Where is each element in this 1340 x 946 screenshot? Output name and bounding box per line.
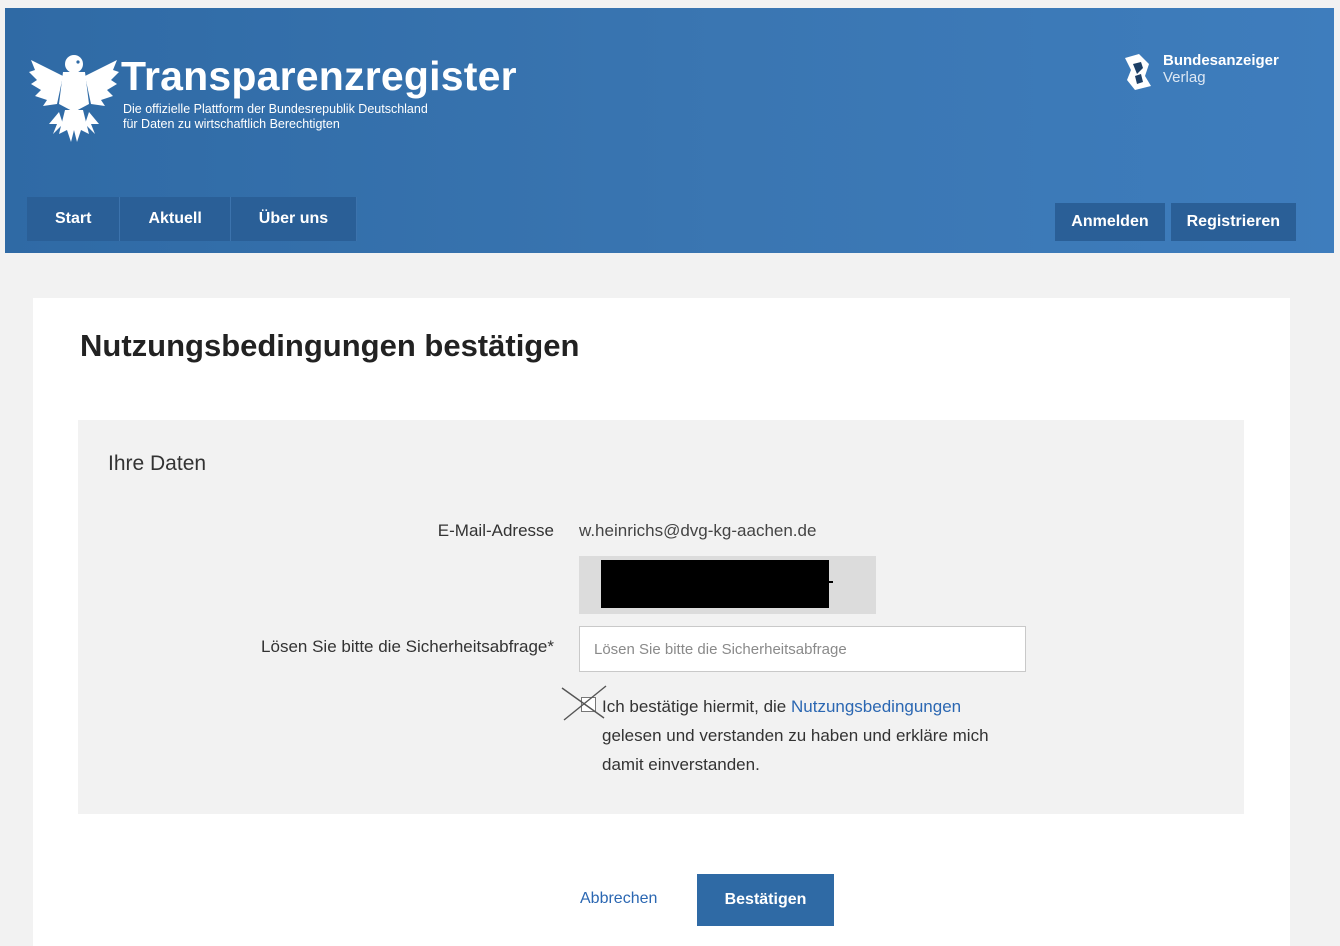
consent-prefix: Ich bestätige hiermit, die (602, 697, 791, 716)
federal-eagle-icon (29, 55, 119, 142)
publisher-name: Bundesanzeiger Verlag (1163, 52, 1279, 86)
subtitle-line-2: für Daten zu wirtschaftlich Berechtigten (123, 117, 340, 131)
confirm-button[interactable]: Bestätigen (697, 874, 834, 926)
publisher-name-normal: Verlag (1163, 69, 1206, 86)
consent-suffix: gelesen und verstanden zu haben und erkl… (602, 726, 989, 774)
captcha-image (579, 556, 876, 614)
publisher-logo[interactable]: Bundesanzeiger Verlag (1121, 52, 1279, 90)
captcha-label: Lösen Sie bitte die Sicherheitsabfrage* (261, 637, 554, 656)
terms-link[interactable]: Nutzungsbedingungen (791, 697, 961, 716)
account-nav: Anmelden Registrieren (1055, 203, 1296, 241)
main-nav: Start Aktuell Über uns (27, 197, 358, 241)
email-value: w.heinrichs@dvg-kg-aachen.de (579, 521, 817, 540)
cancel-link[interactable]: Abbrechen (580, 890, 657, 908)
terms-consent-text: Ich bestätige hiermit, die Nutzungsbedin… (602, 692, 1002, 779)
register-button[interactable]: Registrieren (1170, 203, 1296, 241)
site-title[interactable]: Transparenzregister (121, 52, 517, 100)
captcha-input[interactable] (579, 626, 1026, 672)
content-card: Nutzungsbedingungen bestätigen Ihre Date… (33, 298, 1290, 946)
page-title: Nutzungsbedingungen bestätigen (80, 328, 580, 363)
bundesanzeiger-logo-icon (1125, 54, 1151, 90)
nav-item-aktuell[interactable]: Aktuell (120, 197, 231, 241)
publisher-name-bold: Bundesanzeiger (1163, 52, 1279, 69)
subtitle-line-1: Die offizielle Plattform der Bundesrepub… (123, 102, 428, 116)
nav-item-start[interactable]: Start (27, 197, 121, 241)
user-data-panel: Ihre Daten E-Mail-Adresse w.heinrichs@dv… (78, 420, 1244, 814)
section-title: Ihre Daten (108, 452, 207, 475)
site-subtitle: Die offizielle Plattform der Bundesrepub… (123, 102, 428, 132)
email-label: E-Mail-Adresse (437, 521, 554, 540)
login-button[interactable]: Anmelden (1055, 203, 1165, 241)
nav-item-ueber-uns[interactable]: Über uns (230, 197, 358, 241)
captcha-redaction-tail (828, 581, 833, 583)
captcha-redaction (601, 560, 829, 608)
